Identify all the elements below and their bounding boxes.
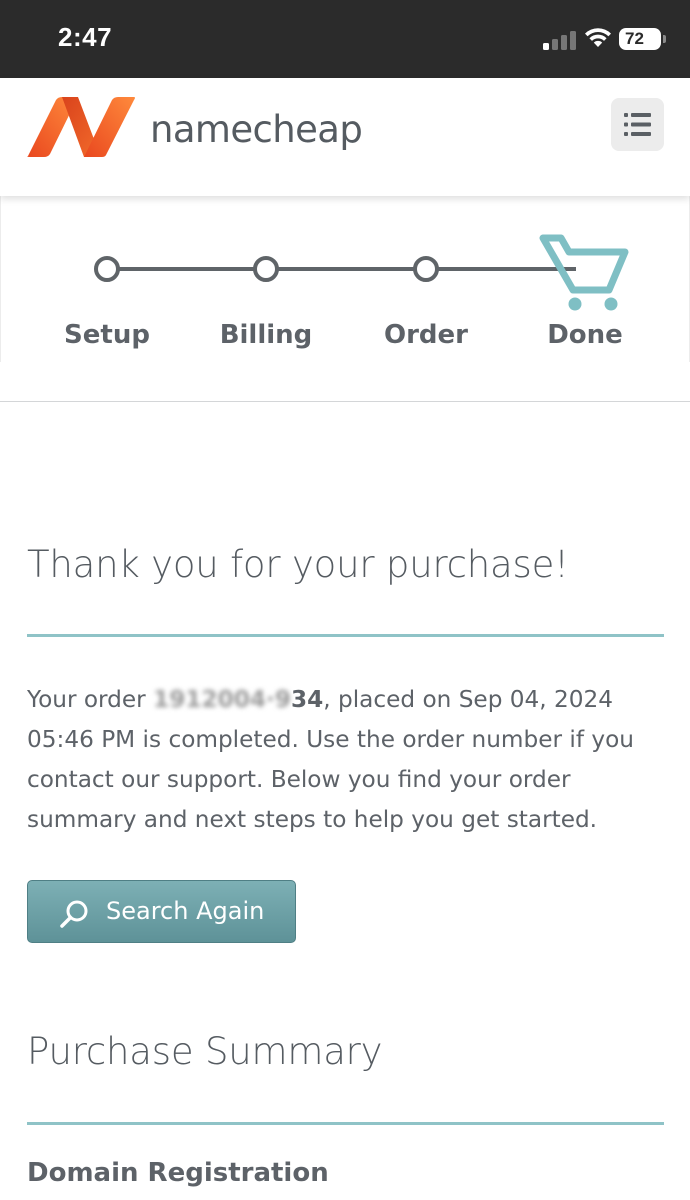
step-dot-order xyxy=(413,256,439,282)
page-title: Thank you for your purchase! xyxy=(27,543,569,586)
order-number: 1912004·934 xyxy=(153,686,323,713)
progress-track xyxy=(94,234,629,311)
menu-button[interactable] xyxy=(611,98,664,151)
cellular-signal-icon xyxy=(543,30,577,50)
purchase-summary-title: Purchase Summary xyxy=(27,1030,383,1073)
order-number-redacted: 1912004·9 xyxy=(153,686,291,713)
list-icon xyxy=(624,113,651,136)
order-prefix: Your order xyxy=(27,686,154,713)
search-again-button[interactable]: Search Again xyxy=(27,880,296,943)
search-icon xyxy=(60,900,88,928)
namecheap-logo-icon[interactable] xyxy=(26,96,136,158)
section-divider xyxy=(0,401,690,402)
step-dot-billing xyxy=(253,256,279,282)
status-time: 2:47 xyxy=(58,22,113,52)
logo-wordmark[interactable]: namecheap xyxy=(150,108,363,151)
battery-level: 72 xyxy=(625,29,644,48)
step-label-billing: Billing xyxy=(219,320,313,350)
cart-icon xyxy=(539,234,629,311)
step-label-order: Order xyxy=(384,320,468,350)
order-confirmation-text: Your order 1912004·934, placed on Sep 04… xyxy=(27,680,667,840)
wifi-icon xyxy=(585,28,611,47)
battery-indicator: 72 xyxy=(619,28,666,50)
title-underline xyxy=(27,634,664,637)
checkout-progress: Setup Billing Order Done xyxy=(0,196,690,362)
step-label-done: Done xyxy=(547,320,623,350)
order-number-visible: 34 xyxy=(290,686,324,713)
domain-registration-heading: Domain Registration xyxy=(27,1158,329,1188)
step-dot-setup xyxy=(94,256,120,282)
search-again-label: Search Again xyxy=(106,897,265,925)
step-label-setup: Setup xyxy=(64,320,150,350)
site-header: namecheap xyxy=(0,78,690,196)
status-bar: 2:47 72 xyxy=(0,0,690,78)
summary-underline xyxy=(27,1122,664,1125)
